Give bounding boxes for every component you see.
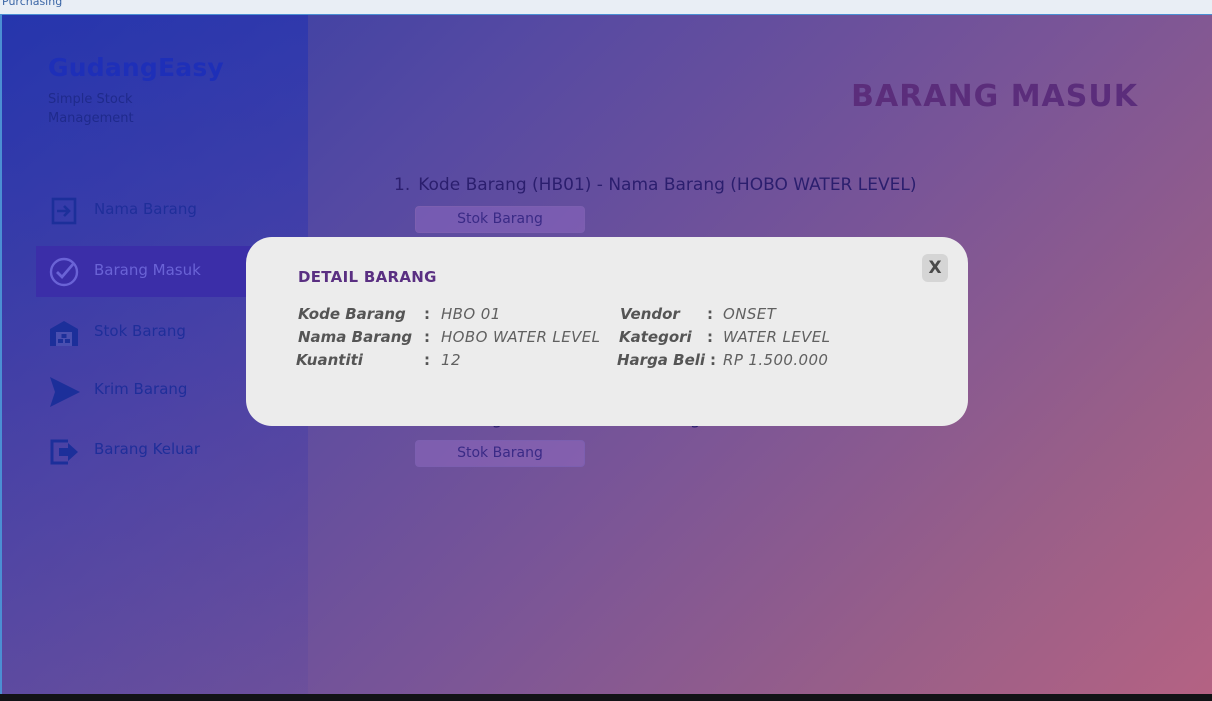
app-window: GudangEasy Simple Stock Management Nama … <box>2 15 1212 694</box>
detail-dialog: DETAIL BARANG X Kode Barang : HBO 01 Nam… <box>246 237 968 426</box>
sidebar-item-label: Nama Barang <box>94 200 197 218</box>
kategori-value: WATER LEVEL <box>723 328 831 346</box>
nama-barang-label: Nama Barang <box>298 328 413 346</box>
separator: : <box>424 328 430 346</box>
kuantiti-value: 12 <box>441 351 461 369</box>
kuantiti-label: Kuantiti <box>296 351 363 369</box>
sidebar-item-label: Barang Masuk <box>94 261 201 279</box>
exit-icon <box>50 439 78 465</box>
stok-barang-button[interactable]: Stok Barang <box>415 440 585 467</box>
sidebar-item-stok-barang[interactable]: Stok Barang <box>36 307 262 358</box>
kode-barang-label: Kode Barang <box>298 305 406 323</box>
stok-barang-button[interactable]: Stok Barang <box>415 206 585 233</box>
list-item: 1. Kode Barang (HB01) - Nama Barang (HOBO… <box>394 175 916 195</box>
item-text: Kode Barang (HB01) - Nama Barang (HOBO W… <box>418 175 917 195</box>
sidebar-item-barang-masuk[interactable]: Barang Masuk <box>36 246 262 297</box>
brand-logo: GudangEasy <box>48 53 224 82</box>
dialog-title: DETAIL BARANG <box>298 268 437 286</box>
separator: : <box>424 305 430 323</box>
sidebar-item-barang-keluar[interactable]: Barang Keluar <box>36 425 262 476</box>
separator: : <box>707 305 713 323</box>
harga-beli-label: Harga Beli <box>617 351 706 369</box>
separator: : <box>707 328 713 346</box>
check-circle-icon <box>49 257 79 287</box>
sidebar-item-label: Stok Barang <box>94 322 186 340</box>
kode-barang-value: HBO 01 <box>441 305 501 323</box>
page-title: BARANG MASUK <box>851 79 1138 114</box>
brand-tagline: Simple Stock Management <box>48 92 134 126</box>
separator: : <box>710 351 716 369</box>
harga-beli-value: RP 1.500.000 <box>723 351 829 369</box>
separator: : <box>424 351 430 369</box>
vendor-value: ONSET <box>723 305 777 323</box>
warehouse-icon <box>50 321 78 346</box>
window-title: Purchasing <box>2 0 63 8</box>
sidebar-item-nama-barang[interactable]: Nama Barang <box>36 185 262 236</box>
window-title-bar: Purchasing <box>0 0 1212 15</box>
vendor-label: Vendor <box>620 305 680 323</box>
nama-barang-value: HOBO WATER LEVEL <box>441 328 601 346</box>
send-icon <box>50 377 80 407</box>
kategori-label: Kategori <box>619 328 692 346</box>
close-button[interactable]: X <box>922 254 948 282</box>
item-number: 1. <box>394 175 411 195</box>
enter-icon <box>51 197 77 225</box>
sidebar-item-label: Barang Keluar <box>94 440 200 458</box>
sidebar-item-krim-barang[interactable]: Krim Barang <box>36 365 262 416</box>
sidebar-item-label: Krim Barang <box>94 380 188 398</box>
window-bottom-border <box>0 694 1212 701</box>
